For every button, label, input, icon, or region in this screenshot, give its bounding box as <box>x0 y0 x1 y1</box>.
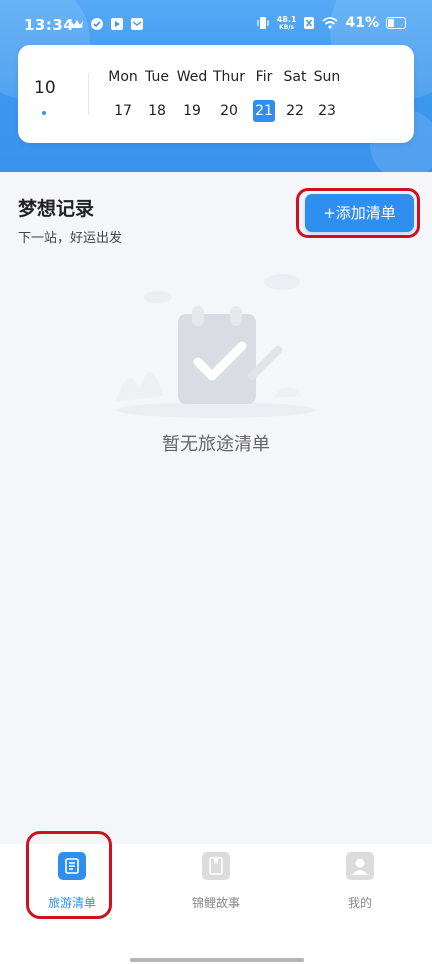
week-calendar-card: 10 Mon 17 Tue 18 Wed 19 Thur 20 Fir 21 Sat 22 Sun 23 <box>18 45 414 143</box>
weekday-name: Thur <box>212 69 246 85</box>
app-icon <box>111 18 123 30</box>
date-number[interactable]: 22 <box>284 100 306 122</box>
wifi-icon <box>322 17 339 29</box>
user-icon <box>346 852 374 880</box>
highlight-box-add-button <box>296 188 420 238</box>
status-bar: 13:34 48.1 KB/s 41% <box>0 0 432 48</box>
vibrate-icon <box>257 17 269 29</box>
page-title: 梦想记录 <box>18 198 95 220</box>
date-number[interactable]: 20 <box>218 100 240 122</box>
tab-label: 锦鲤故事 <box>191 896 240 910</box>
home-indicator <box>130 958 304 962</box>
weekday-name: Wed <box>176 69 208 85</box>
calendar-divider <box>88 73 89 115</box>
weekday-name: Mon <box>108 69 138 85</box>
weekday-name: Fir <box>255 69 273 85</box>
page-subtitle: 下一站，好运出发 <box>18 231 123 246</box>
highlight-box-travel-tab <box>26 831 112 919</box>
weekday-name: Sat <box>283 69 307 85</box>
sim-icon <box>304 17 315 29</box>
crown-icon <box>71 20 83 28</box>
date-number[interactable]: 23 <box>316 100 338 122</box>
battery-percent: 41% <box>345 15 379 31</box>
message-icon <box>131 18 143 30</box>
empty-checklist-illustration <box>116 274 316 418</box>
book-icon <box>202 852 230 880</box>
weekday-name: Sun <box>313 69 341 85</box>
date-number[interactable]: 17 <box>112 100 134 122</box>
network-speed: 48.1 KB/s <box>276 14 297 31</box>
check-circle-icon <box>91 18 103 30</box>
month-number: 10 <box>34 78 56 98</box>
date-number[interactable]: 19 <box>181 100 203 122</box>
tab-mine[interactable]: 我的 <box>315 852 405 912</box>
selected-date[interactable]: 21 <box>253 100 275 122</box>
tab-koi-stories[interactable]: 锦鲤故事 <box>171 852 261 912</box>
weekday-name: Tue <box>145 69 169 85</box>
empty-state-text: 暂无旅途清单 <box>162 434 270 455</box>
tab-label: 我的 <box>347 896 372 910</box>
date-number[interactable]: 18 <box>146 100 168 122</box>
month-indicator-dot <box>42 111 46 115</box>
battery-icon <box>386 17 406 29</box>
status-time: 13:34 <box>24 16 75 34</box>
